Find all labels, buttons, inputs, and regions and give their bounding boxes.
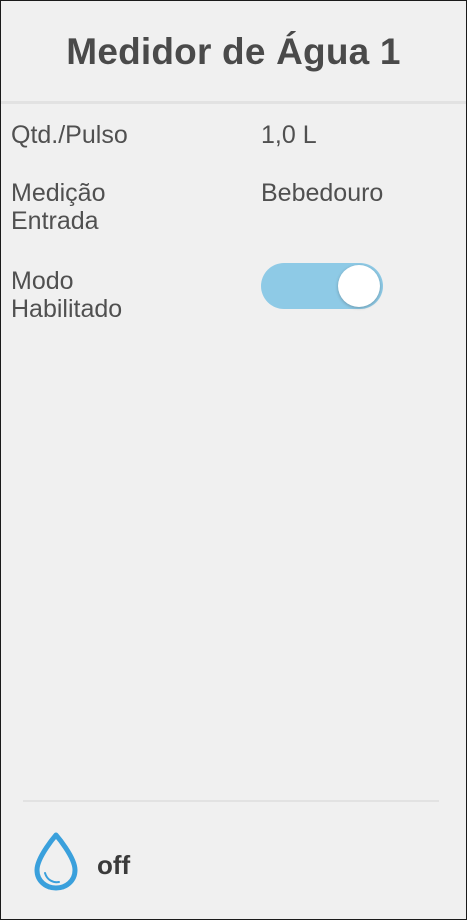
toggle-knob: [338, 265, 380, 307]
meter-status: off: [97, 850, 131, 880]
measurement-input-value[interactable]: Bebedouro: [261, 179, 383, 207]
qty-per-pulse-label: Qtd./Pulso: [11, 121, 128, 149]
water-meter-panel: Medidor de Água 1 Qtd./Pulso 1,0 L Mediç…: [0, 0, 467, 920]
mode-enabled-label-line2: Habilitado: [11, 295, 123, 323]
header-divider: [1, 101, 466, 104]
mode-enabled-label: Modo Habilitado: [11, 267, 122, 323]
measurement-input-label-line2: Entrada: [11, 207, 99, 235]
measurement-input-label-line1: Medição: [11, 179, 106, 207]
water-drop-icon: [34, 832, 78, 891]
page-title: Medidor de Água 1: [66, 31, 401, 72]
measurement-input-label: Medição Entrada: [11, 179, 106, 235]
mode-enabled-label-line1: Modo: [11, 267, 74, 295]
qty-per-pulse-value[interactable]: 1,0 L: [261, 121, 317, 149]
mode-enabled-toggle[interactable]: [261, 263, 383, 309]
footer-divider: [23, 800, 439, 802]
